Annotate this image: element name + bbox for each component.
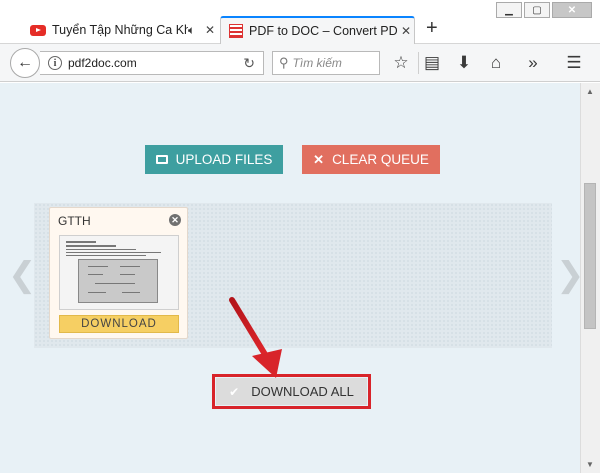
info-icon[interactable]: i: [48, 56, 62, 70]
pdf2doc-favicon: [229, 24, 243, 38]
back-button[interactable]: ←: [10, 48, 40, 78]
scroll-down-icon[interactable]: ▼: [586, 460, 594, 469]
tab-youtube[interactable]: Tuyển Tập Những Ca Khúc 🔈︎ ✕: [24, 16, 218, 44]
navigation-bar: ← i pdf2doc.com ↻ ⚲ Tìm kiếm ☆ ▤ ⬇ ⌂ » ☰: [0, 44, 600, 82]
search-placeholder: Tìm kiếm: [292, 56, 342, 70]
download-all-button[interactable]: ✔ DOWNLOAD ALL: [216, 378, 367, 405]
tab-pdf2doc[interactable]: PDF to DOC – Convert PDF to ✕: [220, 16, 415, 44]
file-name: GTTH: [58, 214, 91, 228]
download-all-label: DOWNLOAD ALL: [251, 384, 354, 399]
maximize-button[interactable]: ▢: [524, 2, 550, 18]
bookmark-star-icon[interactable]: ☆: [390, 53, 412, 73]
overflow-chevron-icon[interactable]: »: [522, 53, 544, 73]
download-icon[interactable]: ⬇: [453, 53, 475, 73]
clear-queue-label: CLEAR QUEUE: [332, 152, 429, 167]
close-window-button[interactable]: ✕: [552, 2, 592, 18]
tab-title: Tuyển Tập Những Ca Khúc: [52, 23, 188, 37]
prev-arrow-icon[interactable]: ❮: [8, 255, 37, 295]
file-card: GTTH ✕ DOWNLOAD: [49, 207, 188, 339]
back-arrow-icon: ←: [17, 54, 33, 71]
search-icon: ⚲: [279, 55, 289, 70]
reload-icon[interactable]: ↻: [243, 55, 255, 72]
check-icon: ✔: [229, 384, 240, 399]
clear-queue-button[interactable]: ✕ CLEAR QUEUE: [302, 145, 440, 174]
scroll-thumb[interactable]: [584, 183, 596, 329]
search-input[interactable]: ⚲ Tìm kiếm: [272, 51, 380, 75]
folder-icon: [155, 155, 168, 164]
upload-files-label: UPLOAD FILES: [175, 152, 273, 167]
youtube-icon: [30, 24, 46, 36]
scroll-up-icon[interactable]: ▲: [586, 87, 594, 96]
home-icon[interactable]: ⌂: [485, 53, 507, 73]
close-tab-icon[interactable]: ✕: [398, 24, 414, 38]
menu-icon[interactable]: ☰: [563, 53, 585, 73]
tab-title: PDF to DOC – Convert PDF to: [249, 24, 398, 38]
file-thumbnail: [59, 235, 179, 310]
reading-list-icon[interactable]: ▤: [421, 53, 443, 73]
toolbar-divider: [418, 52, 419, 74]
remove-file-icon[interactable]: ✕: [169, 214, 181, 226]
clear-icon: ✕: [313, 151, 325, 167]
minimize-button[interactable]: ▁: [496, 2, 522, 18]
speaker-icon[interactable]: 🔈︎: [188, 23, 202, 38]
next-arrow-icon[interactable]: ❯: [556, 255, 585, 295]
download-button[interactable]: DOWNLOAD: [59, 315, 179, 333]
window-controls: ▁ ▢ ✕: [496, 2, 592, 18]
new-tab-button[interactable]: +: [426, 18, 438, 38]
address-bar[interactable]: i pdf2doc.com ↻: [40, 51, 264, 75]
url-text[interactable]: pdf2doc.com: [68, 56, 137, 70]
title-bar: Tuyển Tập Những Ca Khúc 🔈︎ ✕ PDF to DOC …: [0, 0, 600, 44]
upload-files-button[interactable]: UPLOAD FILES: [145, 145, 283, 174]
close-tab-icon[interactable]: ✕: [202, 23, 218, 37]
